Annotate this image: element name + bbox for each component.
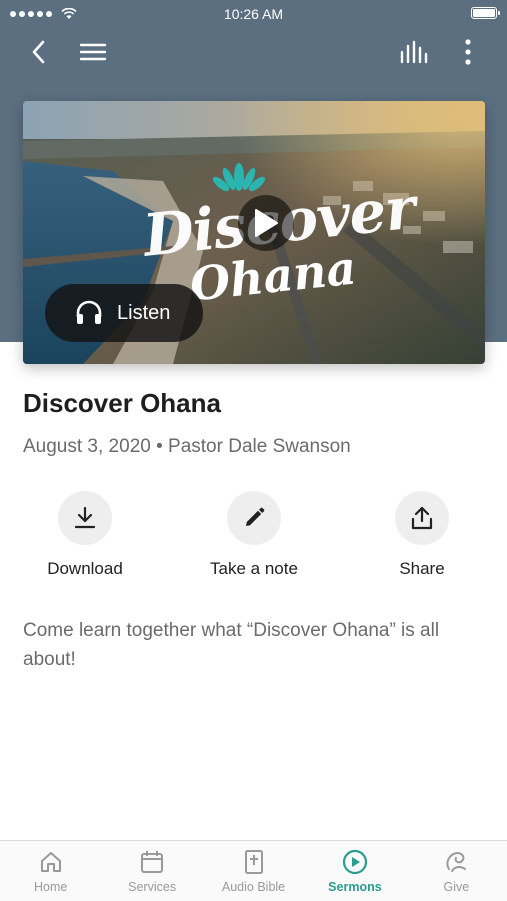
sermon-description: Come learn together what “Discover Ohana… bbox=[23, 620, 440, 670]
download-button[interactable]: Download bbox=[15, 491, 155, 579]
tab-home-label: Home bbox=[34, 880, 68, 894]
listen-label: Listen bbox=[117, 301, 171, 324]
tab-services-label: Services bbox=[128, 880, 177, 894]
tab-audio-bible-label: Audio Bible bbox=[221, 880, 286, 894]
listen-button[interactable]: Listen bbox=[45, 284, 203, 342]
give-icon bbox=[446, 851, 467, 872]
sermon-hero-image: Discover Ohana Listen bbox=[23, 101, 485, 364]
status-time: 10:26 AM bbox=[223, 6, 284, 22]
take-note-button[interactable]: Take a note bbox=[184, 491, 324, 579]
status-bar: 10:26 AM bbox=[0, 0, 507, 28]
sermon-meta: August 3, 2020 • Pastor Dale Swanson bbox=[23, 436, 351, 457]
top-navigation bbox=[0, 30, 507, 74]
tab-audio-bible[interactable]: Audio Bible bbox=[203, 841, 304, 901]
battery-icon bbox=[471, 7, 500, 19]
tab-sermons-label: Sermons bbox=[328, 880, 382, 894]
tab-sermons[interactable]: Sermons bbox=[304, 841, 405, 901]
equalizer-icon[interactable] bbox=[398, 36, 430, 68]
hamburger-menu-icon[interactable] bbox=[77, 36, 109, 68]
headphones-icon bbox=[76, 300, 102, 324]
share-icon bbox=[411, 506, 433, 530]
share-button[interactable]: Share bbox=[352, 491, 492, 579]
pencil-icon bbox=[246, 507, 265, 526]
download-icon bbox=[74, 506, 96, 529]
more-vertical-icon[interactable] bbox=[452, 36, 484, 68]
play-button[interactable] bbox=[238, 195, 294, 251]
back-icon[interactable] bbox=[22, 36, 54, 68]
play-circle-icon bbox=[342, 849, 368, 875]
download-label: Download bbox=[47, 559, 123, 578]
bottom-tab-bar: Home Services Audio Bible Sermons Give bbox=[0, 840, 507, 901]
take-note-label: Take a note bbox=[210, 559, 298, 578]
bible-icon bbox=[244, 850, 263, 874]
tab-give-label: Give bbox=[443, 880, 470, 894]
tab-give[interactable]: Give bbox=[406, 841, 507, 901]
tab-home[interactable]: Home bbox=[0, 841, 101, 901]
tab-services[interactable]: Services bbox=[101, 841, 202, 901]
sermon-title: Discover Ohana bbox=[23, 388, 221, 418]
calendar-icon bbox=[141, 851, 164, 873]
home-icon bbox=[40, 852, 61, 872]
share-label: Share bbox=[399, 559, 445, 578]
play-icon bbox=[255, 209, 278, 237]
